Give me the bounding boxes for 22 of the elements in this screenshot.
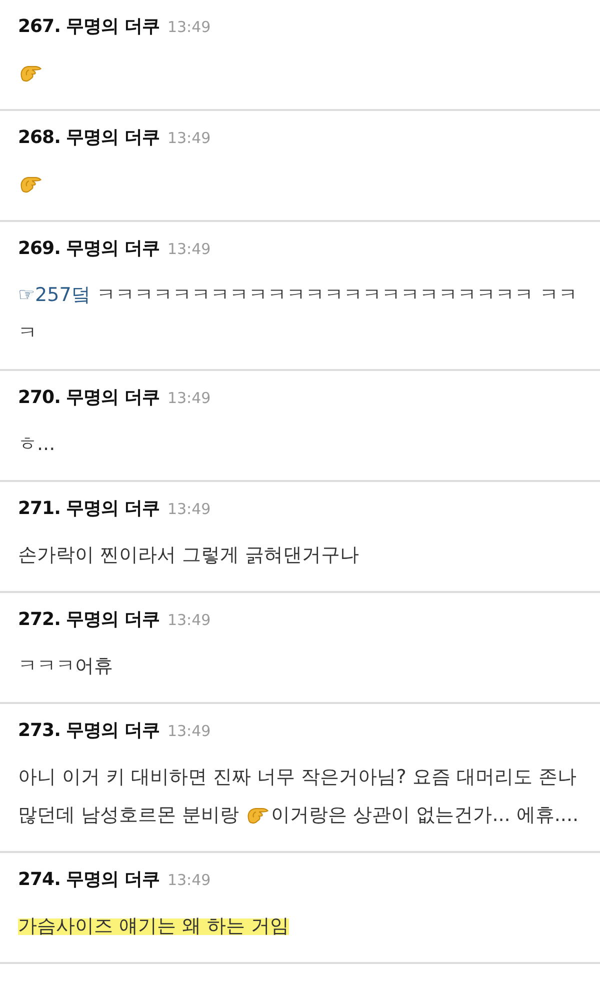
comment-text: ㅋㅋㅋ어휴 <box>18 654 114 679</box>
reply-link[interactable]: ☞257덬 <box>18 284 90 306</box>
post-time: 13:49 <box>167 240 211 258</box>
post-author: 268. 무명의 더쿠 <box>18 126 160 149</box>
post-time: 13:49 <box>167 500 211 518</box>
post-time: 13:49 <box>167 129 211 147</box>
post-author: 274. 무명의 더쿠 <box>18 868 160 891</box>
post-author: 269. 무명의 더쿠 <box>18 237 160 260</box>
post-time: 13:49 <box>167 18 211 36</box>
post-author: 272. 무명의 더쿠 <box>18 608 160 631</box>
post-author: 271. 무명의 더쿠 <box>18 497 160 520</box>
comment-text: ☞257덬 ㅋㅋㅋㅋㅋㅋㅋㅋㅋㅋㅋㅋㅋㅋㅋㅋㅋㅋㅋㅋㅋㅋㅋ ㅋㅋㅋ <box>18 283 578 346</box>
post-time: 13:49 <box>167 611 211 629</box>
post-author: 267. 무명의 더쿠 <box>18 15 160 38</box>
comment-text: 손가락이 찐이라서 그렇게 긁혀댄거구나 <box>18 543 360 568</box>
comment-text: 아니 이거 키 대비하면 진짜 너무 작은거아님? 요즘 대머리도 존나 많던데 남성호르몬 분비랑 이거랑은 상관이 없는건가... 에휴.... <box>18 765 580 829</box>
comment-text: ㅎ... <box>18 432 56 457</box>
post-author: 273. 무명의 더쿠 <box>18 719 160 742</box>
post-time: 13:49 <box>167 722 211 740</box>
post-time: 13:49 <box>167 871 211 889</box>
post-author: 270. 무명의 더쿠 <box>18 386 160 409</box>
post-time: 13:49 <box>167 389 211 407</box>
